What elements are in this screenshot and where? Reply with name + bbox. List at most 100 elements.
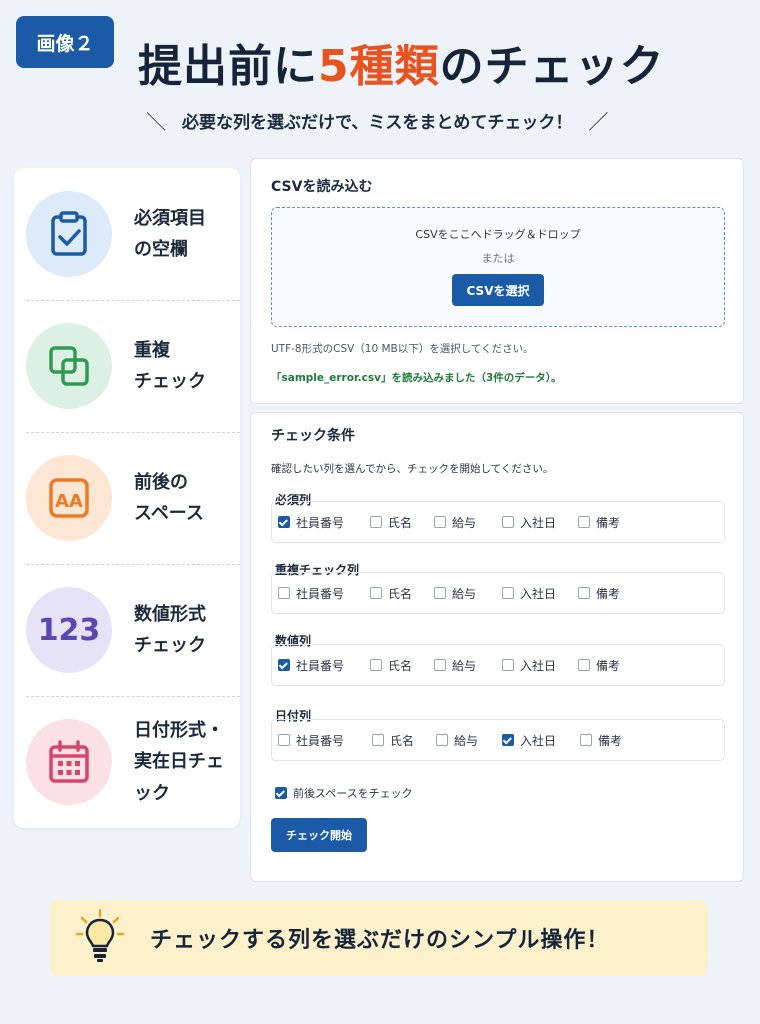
select-csv-button[interactable]: CSVを選択 <box>452 274 544 306</box>
checkbox-option[interactable]: 入社日 <box>502 732 580 749</box>
page-title: 提出前に5種類のチェック <box>138 30 748 94</box>
feature-label-line2: スペース <box>134 503 204 524</box>
checkbox[interactable] <box>370 587 382 599</box>
lightbulb-icon <box>75 908 125 968</box>
checkbox-label: 入社日 <box>520 515 557 530</box>
checkbox-label: 入社日 <box>520 658 557 673</box>
checkbox-option[interactable]: 給与 <box>434 514 502 531</box>
feature-number-format: 123 数値形式 チェック <box>14 564 240 696</box>
feature-label-line1: 必須項目 <box>134 207 206 229</box>
checkbox-label: 備考 <box>598 733 623 748</box>
checkbox[interactable] <box>372 734 384 746</box>
dropzone-or-text: または <box>481 252 515 265</box>
checkbox-option[interactable]: 給与 <box>434 585 502 602</box>
checkbox-label: 入社日 <box>520 586 557 601</box>
checkbox[interactable] <box>578 659 590 671</box>
trim-whitespace-option[interactable]: 前後スペースをチェック <box>275 785 413 801</box>
checkbox[interactable] <box>370 516 382 528</box>
subtitle-left-slash: ＼ <box>146 110 166 134</box>
footer-banner: チェックする列を選ぶだけのシンプル操作！ <box>50 900 708 976</box>
checkbox-option[interactable]: 入社日 <box>502 514 578 531</box>
upload-status: 「sample_error.csv」を読み込みました（3件のデータ）。 <box>271 372 562 384</box>
footer-message: チェックする列を選ぶだけのシンプル操作！ <box>150 928 610 953</box>
subtitle-text: 必要な列を選ぶだけで、ミスをまとめてチェック！ <box>182 113 573 133</box>
conditions-description: 確認したい列を選んでから、チェックを開始してください。 <box>271 463 554 475</box>
checkbox-label: 備考 <box>596 586 621 601</box>
checkbox[interactable] <box>370 659 382 671</box>
start-check-button[interactable]: チェック開始 <box>271 818 367 852</box>
checkbox[interactable] <box>434 516 446 528</box>
checkbox-option[interactable]: 社員番号 <box>278 657 370 674</box>
feature-label-line2: チェック <box>134 635 206 656</box>
checkbox-option[interactable]: 氏名 <box>370 657 434 674</box>
number-123-icon: 123 <box>26 587 112 673</box>
title-part2: のチェック <box>439 41 665 92</box>
checkbox-option[interactable]: 給与 <box>434 657 502 674</box>
checkbox-option[interactable]: 入社日 <box>502 657 578 674</box>
duplicate-squares-icon <box>26 323 112 409</box>
conditions-panel: チェック条件 確認したい列を選んでから、チェックを開始してください。 必須列 社… <box>250 412 744 882</box>
title-accent: 5種類 <box>318 41 440 92</box>
title-part1: 提出前に <box>138 41 318 92</box>
upload-panel: CSVを読み込む CSVをここへドラッグ＆ドロップ または CSVを選択 UTF… <box>250 158 744 404</box>
checkbox-option[interactable]: 備考 <box>578 657 620 674</box>
upload-note: UTF-8形式のCSV（10 MB以下）を選択してください。 <box>271 343 534 355</box>
checkbox[interactable] <box>278 587 290 599</box>
checkbox-option[interactable]: 給与 <box>436 732 502 749</box>
feature-label-line2: チェック <box>134 371 206 392</box>
checkbox-option[interactable]: 備考 <box>578 585 620 602</box>
checkbox-option[interactable]: 社員番号 <box>278 732 372 749</box>
checkbox-label: 給与 <box>452 658 477 673</box>
checkbox-option[interactable]: 社員番号 <box>278 514 370 531</box>
checkbox[interactable] <box>436 734 448 746</box>
checkbox-label: 社員番号 <box>296 586 345 601</box>
checkbox-option[interactable]: 入社日 <box>502 585 578 602</box>
checkbox[interactable] <box>278 734 290 746</box>
checkbox[interactable] <box>434 587 446 599</box>
checkbox[interactable] <box>502 516 514 528</box>
checkbox-label: 氏名 <box>388 658 413 673</box>
checkbox-label: 氏名 <box>390 733 415 748</box>
checkbox-option[interactable]: 備考 <box>578 514 620 531</box>
checkbox[interactable] <box>578 516 590 528</box>
feature-duplicate: 重複 チェック <box>14 300 240 432</box>
checkbox-option[interactable]: 氏名 <box>370 514 434 531</box>
dropzone-text: CSVをここへドラッグ＆ドロップ <box>415 228 581 241</box>
checkbox-label: 備考 <box>596 515 621 530</box>
checkbox-option[interactable]: 備考 <box>580 732 622 749</box>
required-columns-row: 社員番号 氏名 給与 入社日 備考 <box>271 501 725 543</box>
conditions-panel-title: チェック条件 <box>271 428 355 444</box>
feature-required-blank: 必須項目 の空欄 <box>14 168 240 300</box>
numeric-columns-row: 社員番号 氏名 給与 入社日 備考 <box>271 644 725 686</box>
checkbox-option[interactable]: 氏名 <box>372 732 436 749</box>
number-icon-text: 123 <box>37 612 101 648</box>
checkbox-label: 給与 <box>454 733 479 748</box>
checkbox[interactable] <box>278 659 290 671</box>
feature-date-format: 日付形式・ 実在日チェック <box>14 696 240 828</box>
letters-aa-icon: AA <box>26 455 112 541</box>
svg-text:AA: AA <box>55 491 83 512</box>
checkbox[interactable] <box>502 659 514 671</box>
checkbox-option[interactable]: 氏名 <box>370 585 434 602</box>
checkbox-label: 社員番号 <box>296 733 345 748</box>
feature-label-line1: 重複 <box>134 339 170 361</box>
checkbox[interactable] <box>578 587 590 599</box>
checkbox-label: 氏名 <box>388 586 413 601</box>
checkbox-label: 社員番号 <box>296 658 345 673</box>
checkbox[interactable] <box>434 659 446 671</box>
checkbox[interactable] <box>278 516 290 528</box>
checkbox-label: 入社日 <box>520 733 557 748</box>
checkbox[interactable] <box>502 734 514 746</box>
subtitle-right-slash: ／ <box>588 110 609 134</box>
checkbox-label: 給与 <box>452 515 477 530</box>
csv-dropzone[interactable]: CSVをここへドラッグ＆ドロップ または CSVを選択 <box>271 207 725 327</box>
clipboard-check-icon <box>26 191 112 277</box>
checkbox[interactable] <box>580 734 592 746</box>
calendar-icon <box>26 719 112 805</box>
checkbox-option[interactable]: 社員番号 <box>278 585 370 602</box>
trim-whitespace-checkbox[interactable] <box>275 787 287 799</box>
feature-label-line1: 日付形式・ <box>134 719 224 741</box>
checkbox[interactable] <box>502 587 514 599</box>
page-subtitle: ＼ 必要な列を選ぶだけで、ミスをまとめてチェック！ ／ <box>146 106 706 135</box>
trim-whitespace-label: 前後スペースをチェック <box>293 787 413 800</box>
